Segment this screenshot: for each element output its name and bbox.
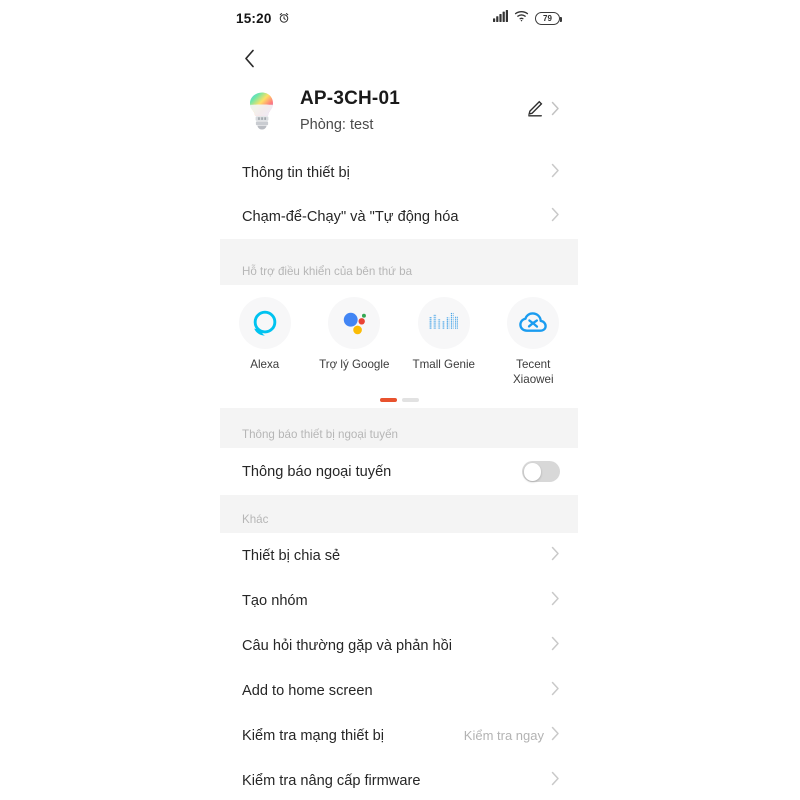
wifi-icon [514,9,529,27]
device-header-actions[interactable] [525,99,560,123]
pager-dot-inactive[interactable] [401,398,419,403]
third-party-pager[interactable] [220,398,578,403]
chevron-right-icon [551,591,560,611]
section-title: Thông báo thiết bị ngoại tuyến [242,428,398,442]
offline-section-header: Thông báo thiết bị ngoại tuyến [220,408,578,449]
device-identity: AP-3CH-01 Phòng: test [300,88,525,133]
pager-dot-active[interactable] [379,398,397,403]
chevron-right-icon [551,636,560,656]
battery-level: 79 [543,13,552,23]
row-value: Kiểm tra ngay [463,728,544,744]
third-party-label: Trợ lý Google [319,358,390,371]
tmall-genie-icon [417,297,470,349]
row-label: Add to home screen [242,682,373,699]
device-header[interactable]: AP-3CH-01 Phòng: test [220,80,578,151]
row-label: Chạm-để-Chạy" và "Tự động hóa [242,209,459,225]
third-party-item-tencent-xiaowei[interactable]: Tecent Xiaowei [489,297,579,387]
row-create-group[interactable]: Tạo nhóm [220,578,578,624]
status-time: 15:20 [236,10,272,26]
row-firmware-upgrade-check[interactable]: Kiểm tra nâng cấp firmware [220,758,578,800]
chevron-right-icon [551,207,560,227]
other-settings-list: Thiết bị chia sẻ Tạo nhóm Câu hỏi thường… [220,533,578,800]
rgb-light-bulb-icon [242,91,282,131]
other-section-header: Khác [220,495,578,534]
section-title: Khác [242,513,269,527]
battery-indicator: 79 [535,11,563,25]
back-chevron-icon[interactable] [234,43,264,73]
third-party-panel: Alexa Trợ lý Google Tmall Genie Tecent X… [220,285,578,409]
alexa-icon [238,297,291,349]
row-label: Tạo nhóm [242,592,308,609]
row-device-network-check[interactable]: Kiểm tra mạng thiết bị Kiểm tra ngay [220,713,578,759]
google-assistant-icon [328,297,381,349]
chevron-right-icon [551,681,560,701]
offline-notification-toggle[interactable] [522,461,560,483]
pencil-edit-icon[interactable] [525,99,544,123]
third-party-item-google-assistant[interactable]: Trợ lý Google [310,297,400,387]
row-faq-feedback[interactable]: Câu hỏi thường gặp và phản hồi [220,623,578,669]
chevron-right-icon [551,726,560,746]
screenshot-canvas: 15:20 79 AP-3CH-01 Phòng: test Thông tin… [0,0,800,800]
chevron-right-icon [551,101,560,121]
row-tap-to-run-automation[interactable]: Chạm-để-Chạy" và "Tự động hóa [220,195,578,239]
row-label: Thông báo ngoại tuyến [242,463,392,480]
third-party-label: Tmall Genie [412,358,476,371]
device-room: Phòng: test [300,117,374,133]
chevron-right-icon [551,771,560,791]
top-settings-list: Thông tin thiết bị Chạm-để-Chạy" và "Tự … [220,151,578,239]
third-party-label: Alexa [250,358,280,371]
device-name: AP-3CH-01 [300,88,400,109]
phone-screen: 15:20 79 AP-3CH-01 Phòng: test Thông tin… [220,0,578,800]
alarm-clock-icon [278,12,290,24]
third-party-section-header: Hỗ trợ điều khiển của bên thứ ba [220,239,578,285]
row-label: Thiết bị chia sẻ [242,547,341,564]
status-bar: 15:20 79 [220,0,578,36]
third-party-grid: Alexa Trợ lý Google Tmall Genie Tecent X… [220,297,578,387]
cellular-signal-icon [493,9,508,27]
navigation-bar [220,36,578,80]
chevron-right-icon [551,546,560,566]
row-shared-devices[interactable]: Thiết bị chia sẻ [220,533,578,579]
third-party-item-alexa[interactable]: Alexa [220,297,310,387]
row-label: Kiểm tra mạng thiết bị [242,727,384,744]
row-offline-notification[interactable]: Thông báo ngoại tuyến [220,448,578,496]
row-add-to-home-screen[interactable]: Add to home screen [220,668,578,714]
row-device-info[interactable]: Thông tin thiết bị [220,151,578,195]
status-indicators: 79 [493,9,563,27]
row-label: Kiểm tra nâng cấp firmware [242,772,421,789]
tencent-xiaowei-icon [507,297,560,349]
row-label: Câu hỏi thường gặp và phản hồi [242,637,453,654]
third-party-label: Tecent Xiaowei [512,358,554,387]
toggle-knob [523,462,542,481]
chevron-right-icon [551,163,560,183]
row-label: Thông tin thiết bị [242,165,350,181]
third-party-item-tmall-genie[interactable]: Tmall Genie [399,297,489,387]
section-title: Hỗ trợ điều khiển của bên thứ ba [242,265,413,278]
